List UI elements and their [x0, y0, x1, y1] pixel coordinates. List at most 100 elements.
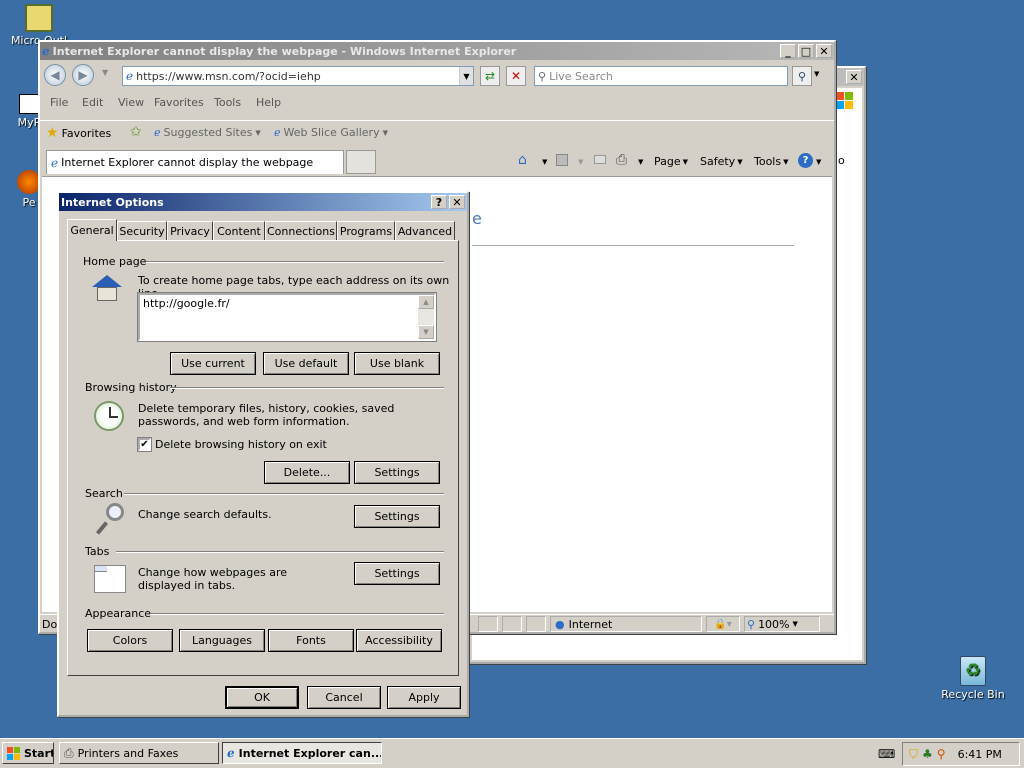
- menu-favorites[interactable]: Favorites: [154, 96, 204, 109]
- fonts-button[interactable]: Fonts: [268, 629, 354, 652]
- internet-options-dialog[interactable]: Internet Options ? ✕ General Security Pr…: [57, 191, 469, 717]
- zoom-level: 100%: [758, 617, 790, 631]
- safety-menu-label: Safety: [700, 155, 736, 168]
- dropdown-icon: ▼: [783, 157, 789, 166]
- safety-menu[interactable]: Safety ▼: [700, 155, 743, 168]
- history-settings-button[interactable]: Settings: [354, 461, 440, 484]
- home-icon[interactable]: ⌂: [518, 152, 527, 168]
- ie-titlebar[interactable]: ℯ Internet Explorer cannot display the w…: [40, 42, 834, 60]
- maximize-button[interactable]: □: [798, 44, 814, 58]
- security-shield-icon[interactable]: ⛉: [909, 747, 918, 762]
- desktop-icon-recycle-bin[interactable]: ♻ Recycle Bin: [938, 656, 1008, 701]
- refresh-icon[interactable]: ⇄: [480, 66, 500, 86]
- system-tray: ⛉ ♣ ⚲ 6:41 PM: [902, 742, 1020, 766]
- menu-file[interactable]: File: [50, 96, 68, 109]
- help-dropdown-icon[interactable]: ▼: [816, 158, 821, 166]
- search-settings-button[interactable]: Settings: [354, 505, 440, 528]
- tab-programs[interactable]: Programs: [337, 221, 395, 240]
- feeds-icon[interactable]: [556, 154, 568, 166]
- menu-view[interactable]: View: [118, 96, 144, 109]
- colors-button[interactable]: Colors: [87, 629, 173, 652]
- dialog-titlebar[interactable]: Internet Options ? ✕: [59, 193, 467, 211]
- menu-edit[interactable]: Edit: [82, 96, 103, 109]
- tabs-settings-button[interactable]: Settings: [354, 562, 440, 585]
- network-icon[interactable]: ♣: [922, 747, 933, 761]
- close-button[interactable]: ✕: [846, 70, 862, 84]
- ie-page-icon: ℯ: [274, 126, 281, 139]
- search-input[interactable]: Live Search: [549, 70, 613, 83]
- suggested-sites-link[interactable]: ℯ Suggested Sites ▼: [154, 126, 261, 139]
- tab-security[interactable]: Security: [117, 221, 167, 240]
- apply-button[interactable]: Apply: [387, 686, 461, 709]
- languages-button[interactable]: Languages: [179, 629, 265, 652]
- keyboard-icon[interactable]: ⌨: [878, 747, 895, 761]
- tab-connections[interactable]: Connections: [265, 221, 337, 240]
- search-button[interactable]: ⚲: [792, 66, 812, 86]
- address-dropdown-icon[interactable]: ▼: [459, 67, 473, 85]
- taskbar-item-printers[interactable]: ⎙ Printers and Faxes: [59, 742, 219, 764]
- delete-on-exit-label[interactable]: Delete browsing history on exit: [155, 438, 327, 451]
- web-slice-gallery-link[interactable]: ℯ Web Slice Gallery ▼: [274, 126, 388, 139]
- outlook-icon: [25, 4, 53, 32]
- ok-button[interactable]: OK: [225, 686, 299, 709]
- scroll-up-icon[interactable]: ▲: [418, 295, 434, 309]
- textarea-scrollbar[interactable]: ▲ ▼: [418, 295, 434, 339]
- tab-privacy[interactable]: Privacy: [167, 221, 213, 240]
- print-icon[interactable]: ⎙: [616, 152, 627, 168]
- forward-button[interactable]: ▶: [72, 64, 94, 86]
- address-bar[interactable]: ℯ https://www.msn.com/?ocid=iehp ▼: [122, 66, 474, 86]
- tab-general[interactable]: General: [67, 219, 117, 241]
- protected-mode-icon[interactable]: 🔒▾: [706, 616, 740, 632]
- home-page-value: http://google.fr/: [143, 297, 230, 310]
- feeds-dropdown-icon[interactable]: ▼: [578, 158, 583, 166]
- tools-menu[interactable]: Tools ▼: [754, 155, 789, 168]
- favorites-button[interactable]: ★ Favorites: [46, 125, 111, 141]
- help-button[interactable]: ?: [431, 195, 447, 209]
- tab-advanced[interactable]: Advanced: [395, 221, 455, 240]
- page-menu[interactable]: Page ▼: [654, 155, 688, 168]
- zoom-icon: ⚲: [747, 617, 756, 631]
- delete-on-exit-checkbox[interactable]: ✔: [137, 437, 152, 452]
- menu-bar: File Edit View Favorites Tools Help: [40, 96, 834, 116]
- accessibility-button[interactable]: Accessibility: [356, 629, 442, 652]
- help-icon[interactable]: ?: [798, 153, 813, 168]
- close-button[interactable]: ✕: [816, 44, 832, 58]
- menu-help[interactable]: Help: [256, 96, 281, 109]
- close-button[interactable]: ✕: [449, 195, 465, 209]
- print-dropdown-icon[interactable]: ▼: [638, 158, 643, 166]
- search-options-icon[interactable]: ▼: [814, 70, 819, 78]
- desktop-icon-label: Pe: [22, 196, 36, 209]
- scroll-down-icon[interactable]: ▼: [418, 325, 434, 339]
- address-input[interactable]: https://www.msn.com/?ocid=iehp: [136, 70, 321, 83]
- delete-history-button[interactable]: Delete...: [264, 461, 350, 484]
- search-box[interactable]: ⚲ Live Search: [534, 66, 788, 86]
- use-default-button[interactable]: Use default: [263, 352, 349, 375]
- use-current-button[interactable]: Use current: [170, 352, 256, 375]
- home-page-textarea[interactable]: http://google.fr/ ▲ ▼: [137, 292, 437, 342]
- back-button[interactable]: ◀: [44, 64, 66, 86]
- cancel-button[interactable]: Cancel: [307, 686, 381, 709]
- home-dropdown-icon[interactable]: ▼: [542, 158, 547, 166]
- star-icon: ★: [46, 125, 59, 141]
- minimize-button[interactable]: _: [780, 44, 796, 58]
- add-favorites-icon[interactable]: ✩: [130, 124, 142, 140]
- recycle-bin-icon: ♻: [960, 656, 986, 686]
- history-dropdown-icon[interactable]: ▼: [102, 68, 108, 77]
- search-tray-icon[interactable]: ⚲: [937, 747, 946, 761]
- search-icon: ⚲: [538, 69, 547, 83]
- browser-tab[interactable]: ℯ Internet Explorer cannot display the w…: [46, 150, 344, 174]
- new-tab-button[interactable]: [346, 150, 376, 174]
- mail-icon[interactable]: [594, 155, 606, 164]
- zoom-control[interactable]: ⚲ 100% ▼: [744, 616, 820, 632]
- page-heading-fragment: e: [472, 209, 482, 228]
- menu-tools[interactable]: Tools: [214, 96, 241, 109]
- stop-icon[interactable]: ✕: [506, 66, 526, 86]
- start-button[interactable]: Start: [2, 742, 54, 764]
- use-blank-button[interactable]: Use blank: [354, 352, 440, 375]
- tab-content[interactable]: Content: [213, 221, 265, 240]
- zone-indicator[interactable]: ● Internet: [550, 616, 702, 632]
- shortcut-icon: [19, 94, 39, 114]
- taskbar-item-ie[interactable]: ℯ Internet Explorer can...: [222, 742, 382, 764]
- search-description: Change search defaults.: [138, 508, 272, 521]
- windows-logo-icon: [836, 92, 858, 112]
